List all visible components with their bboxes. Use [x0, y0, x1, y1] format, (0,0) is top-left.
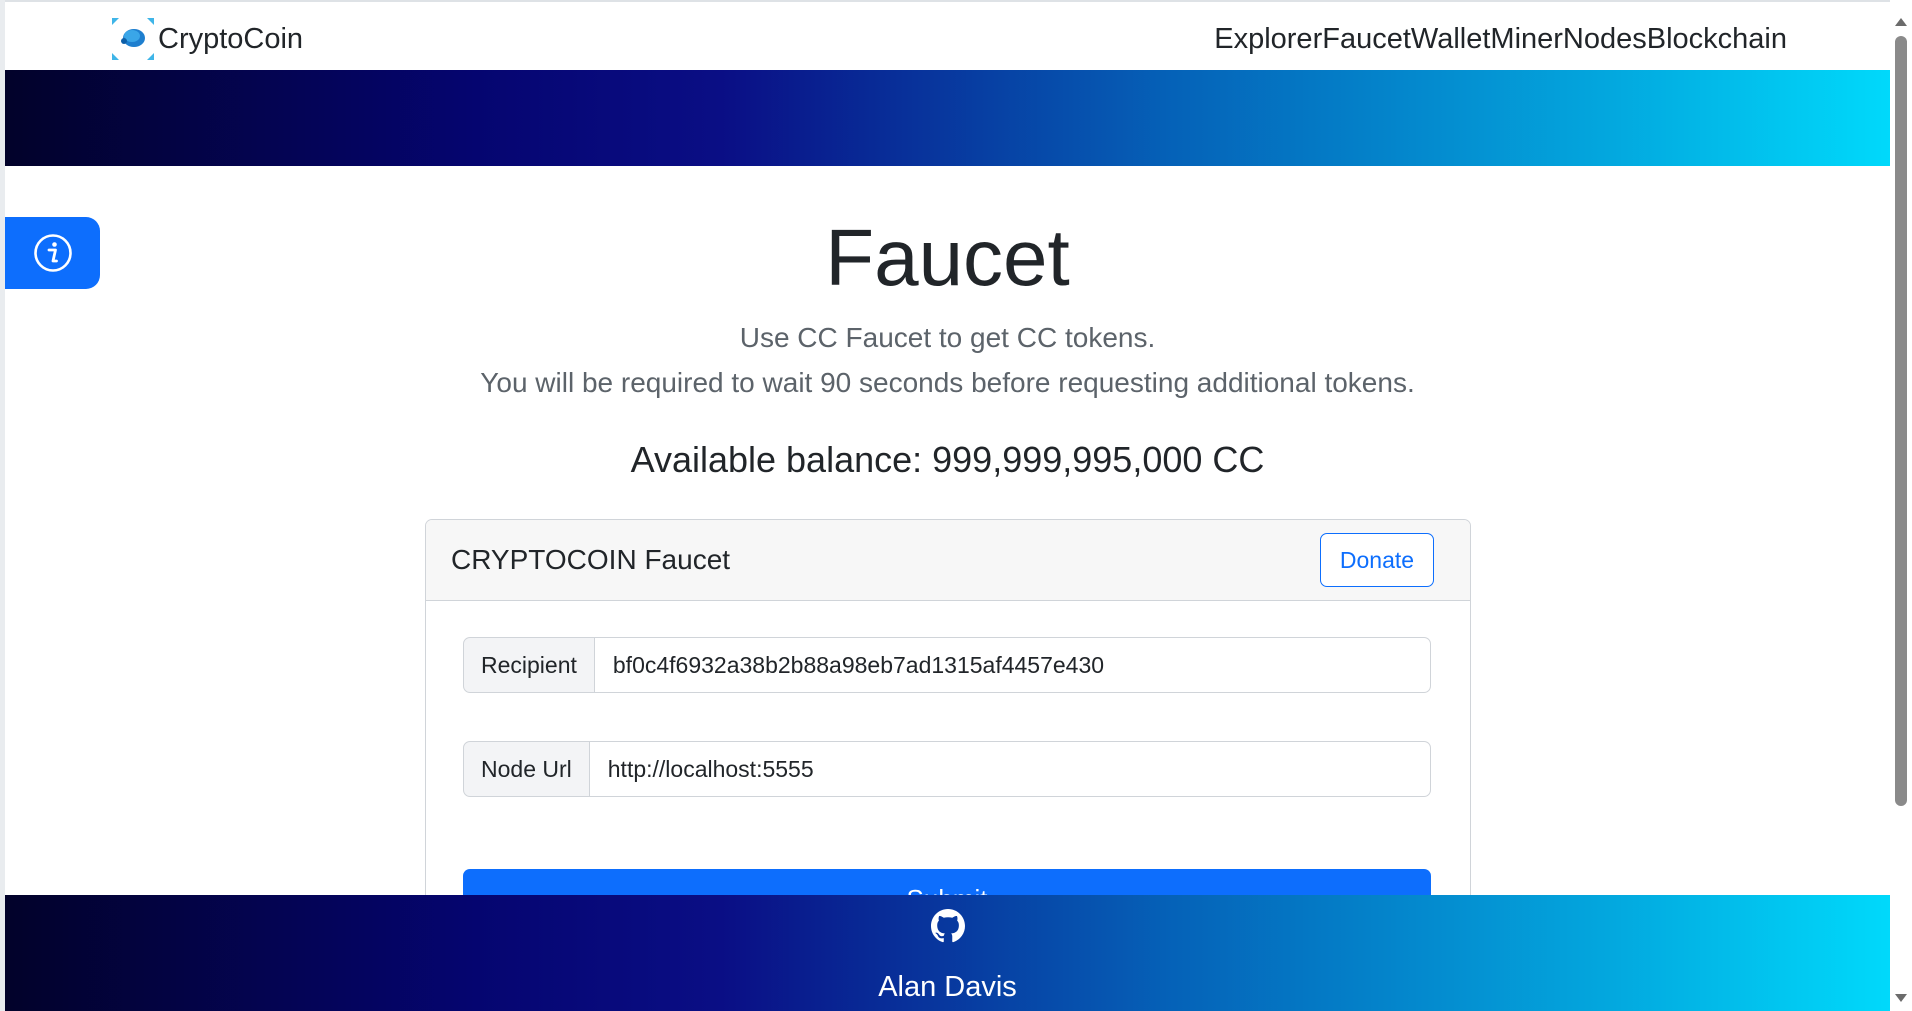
scroll-up-arrow-icon[interactable] [1895, 18, 1907, 26]
donate-button[interactable]: Donate [1320, 533, 1434, 587]
nav-link-explorer[interactable]: Explorer [1214, 23, 1322, 56]
card-header: CRYPTOCOIN Faucet Donate [426, 520, 1470, 601]
recipient-label: Recipient [463, 637, 595, 693]
card-title: CRYPTOCOIN Faucet [451, 544, 731, 575]
nav-link-faucet[interactable]: Faucet [1322, 23, 1411, 56]
cryptocoin-logo-icon [110, 16, 156, 62]
nav-link-wallet[interactable]: Wallet [1411, 23, 1491, 56]
nav-link-blockchain[interactable]: Blockchain [1647, 23, 1787, 56]
brand-link[interactable]: CryptoCoin [110, 16, 303, 62]
navbar: CryptoCoin Explorer Faucet Wallet Miner … [5, 2, 1890, 70]
vertical-scrollbar[interactable] [1890, 0, 1912, 1011]
recipient-input[interactable] [594, 637, 1431, 693]
nav-link-miner[interactable]: Miner [1490, 23, 1563, 56]
footer: Alan Davis [5, 895, 1890, 1011]
scroll-down-arrow-icon[interactable] [1895, 994, 1907, 1002]
available-balance: Available balance: 999,999,995,000 CC [630, 439, 1265, 480]
header-gradient-band [5, 70, 1890, 166]
subtitle-line-1: Use CC Faucet to get CC tokens. [739, 322, 1156, 353]
page-title: Faucet [825, 213, 1070, 302]
recipient-input-group: Recipient [463, 637, 1431, 693]
scrollbar-thumb[interactable] [1895, 36, 1907, 806]
subtitle-line-2: You will be required to wait 90 seconds … [480, 367, 1415, 398]
brand-name: CryptoCoin [158, 22, 304, 55]
page: CryptoCoin Explorer Faucet Wallet Miner … [0, 0, 1912, 1011]
github-icon[interactable] [931, 909, 965, 943]
node-url-input-group: Node Url [463, 741, 1431, 797]
node-url-label: Node Url [463, 741, 590, 797]
node-url-input[interactable] [589, 741, 1431, 797]
nav-links: Explorer Faucet Wallet Miner Nodes Block… [1214, 16, 1787, 62]
nav-link-nodes[interactable]: Nodes [1563, 23, 1647, 56]
footer-author-name: Alan Davis [878, 971, 1017, 1003]
